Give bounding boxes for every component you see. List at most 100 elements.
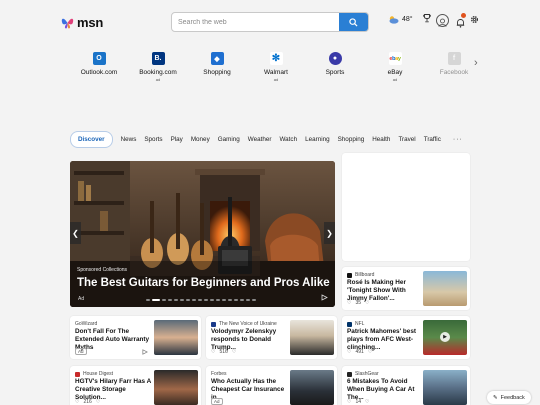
card-source: SlashGear	[347, 371, 379, 377]
trophy-icon[interactable]	[423, 14, 431, 23]
card-source-label: NFL	[355, 321, 365, 327]
carousel-prev-button[interactable]: ❮	[70, 222, 81, 244]
like-icon[interactable]: ♡	[211, 349, 215, 355]
card-source: Billboard	[347, 272, 374, 278]
card-source-label: GoWizard	[75, 321, 98, 327]
carousel-dot[interactable]	[146, 299, 150, 301]
chevron-right-icon[interactable]: ›	[474, 57, 478, 69]
carousel-dot[interactable]	[186, 299, 190, 301]
carousel-dot[interactable]	[246, 299, 250, 301]
quick-link-label: eBay	[387, 69, 403, 76]
carousel-dot[interactable]	[222, 299, 226, 301]
outlook-icon: O	[92, 52, 106, 65]
profile-avatar[interactable]	[436, 14, 449, 27]
tab-learning[interactable]: Learning	[301, 132, 334, 147]
gear-icon[interactable]	[470, 15, 479, 24]
carousel-dot[interactable]	[180, 299, 184, 301]
news-card-ukraine[interactable]: The New Voice of Ukraine Volodymyr Zelen…	[206, 316, 337, 359]
tab-weather[interactable]: Weather	[244, 132, 276, 147]
dislike-icon[interactable]: ♡	[232, 349, 236, 355]
card-source-label: SlashGear	[355, 371, 379, 377]
feedback-button[interactable]: ✎ Feedback	[487, 391, 531, 404]
carousel-dot[interactable]	[192, 299, 196, 301]
carousel-dot[interactable]	[210, 299, 214, 301]
card-source: The New Voice of Ukraine	[211, 321, 277, 327]
carousel-dot-active[interactable]	[152, 299, 160, 301]
card-title: Who Actually Has the Cheapest Car Insura…	[211, 378, 285, 402]
tab-discover[interactable]: Discover	[70, 131, 113, 148]
quick-link-label: Outlook.com	[80, 69, 118, 76]
dislike-icon[interactable]: ♡	[365, 399, 369, 405]
like-icon[interactable]: ♡	[347, 300, 351, 306]
news-card-gowizard[interactable]: GoWizard Don't Fall For The Extended Aut…	[70, 316, 201, 359]
carousel-dot[interactable]	[198, 299, 202, 301]
hero-carousel[interactable]: ❮ ❯ Sponsored Collections The Best Guita…	[70, 161, 335, 307]
weather-temp: 48°	[402, 16, 413, 23]
msn-logo[interactable]: msn	[61, 15, 103, 30]
weather-widget[interactable]: 48°	[388, 15, 413, 24]
facebook-icon: f	[447, 52, 461, 65]
like-count: 491	[355, 349, 364, 355]
billboard-source-icon	[347, 272, 352, 278]
play-icon[interactable]: ▶	[440, 332, 450, 342]
carousel-dot[interactable]	[168, 299, 172, 301]
info-icon[interactable]	[321, 294, 328, 301]
tab-health[interactable]: Health	[368, 132, 394, 147]
quick-link-outlook[interactable]: O Outlook.com	[69, 52, 129, 77]
quick-link-ebay[interactable]: ebay eBay ad	[365, 52, 425, 82]
card-thumbnail: ▶	[423, 320, 467, 355]
like-icon[interactable]: ♡	[75, 399, 79, 405]
like-icon[interactable]: ♡	[347, 399, 351, 405]
carousel-dot[interactable]	[174, 299, 178, 301]
carousel-dot[interactable]	[204, 299, 208, 301]
dislike-icon[interactable]: ♡	[368, 349, 372, 355]
card-meta: ♡ 516 ♡	[211, 349, 236, 355]
card-source-label: Billboard	[355, 272, 375, 278]
tab-travel[interactable]: Travel	[394, 132, 419, 147]
carousel-dot[interactable]	[252, 299, 256, 301]
news-card-nfl[interactable]: NFL Patrick Mahomes' best plays from AFC…	[342, 316, 470, 359]
tab-play[interactable]: Play	[167, 132, 187, 147]
dislike-icon[interactable]: ♡	[365, 300, 369, 306]
carousel-dot[interactable]	[216, 299, 220, 301]
tab-shopping[interactable]: Shopping	[334, 132, 369, 147]
quick-link-booking[interactable]: B. Booking.com ad	[128, 52, 188, 82]
tab-watch[interactable]: Watch	[275, 132, 301, 147]
news-card-slashgear[interactable]: SlashGear 6 Mistakes To Avoid When Buyin…	[342, 366, 470, 405]
news-card-billboard[interactable]: Billboard Rosé Is Making Her 'Tonight Sh…	[342, 267, 470, 310]
notification-badge	[461, 13, 466, 18]
ad-placeholder-card	[342, 153, 470, 261]
info-icon[interactable]	[142, 349, 148, 355]
carousel-next-button[interactable]: ❯	[324, 222, 335, 244]
tab-money[interactable]: Money	[187, 132, 214, 147]
walmart-icon: ✻	[269, 52, 283, 65]
card-meta: ♡ 14 ♡	[347, 399, 370, 405]
nv-source-icon	[211, 321, 216, 327]
news-card-forbes[interactable]: Forbes Who Actually Has the Cheapest Car…	[206, 366, 337, 405]
notifications-button[interactable]	[456, 13, 466, 28]
quick-link-walmart[interactable]: ✻ Walmart ad	[246, 52, 306, 82]
tab-traffic[interactable]: Traffic	[420, 132, 445, 147]
search-input[interactable]	[172, 13, 340, 31]
quick-link-label: Booking.com	[139, 69, 177, 76]
carousel-dot[interactable]	[162, 299, 166, 301]
news-card-house-digest[interactable]: House Digest HGTV's Hilary Farr Has A Cr…	[70, 366, 201, 405]
dislike-icon[interactable]: ♡	[96, 399, 100, 405]
carousel-dot[interactable]	[228, 299, 232, 301]
hero-sponsor: Sponsored Collections	[77, 267, 128, 273]
quick-link-sports[interactable]: ● Sports	[305, 52, 365, 77]
carousel-dot[interactable]	[234, 299, 238, 301]
search-icon	[349, 17, 358, 27]
tab-gaming[interactable]: Gaming	[214, 132, 244, 147]
like-icon[interactable]: ♡	[347, 349, 351, 355]
hero-title[interactable]: The Best Guitars for Beginners and Pros …	[77, 277, 330, 289]
carousel-dot[interactable]	[240, 299, 244, 301]
card-meta: Ad	[211, 398, 223, 405]
search-button[interactable]	[339, 13, 368, 31]
tab-news[interactable]: News	[117, 132, 141, 147]
user-icon	[438, 18, 447, 27]
more-categories-icon[interactable]: ···	[453, 136, 463, 143]
tab-sports[interactable]: Sports	[140, 132, 166, 147]
quick-link-shopping[interactable]: ◆ Shopping	[187, 52, 247, 77]
ad-badge: Ad	[75, 348, 87, 355]
